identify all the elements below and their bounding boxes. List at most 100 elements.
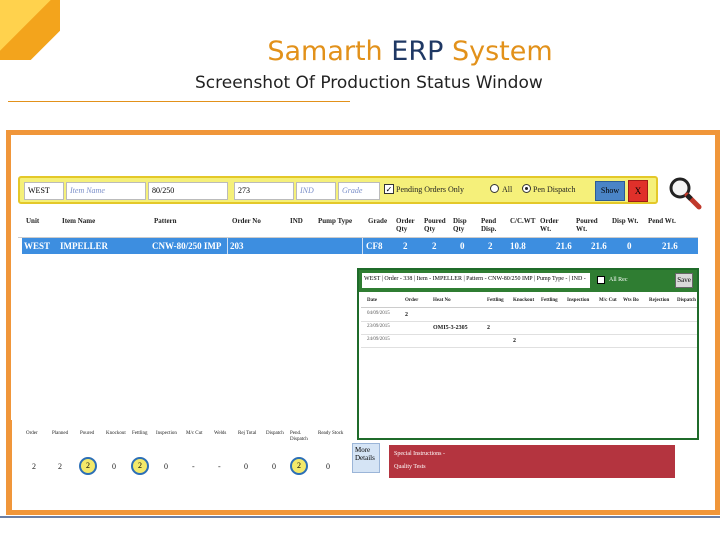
title-part3: System xyxy=(451,36,553,67)
col-disp-qty: Disp Qty xyxy=(453,217,467,233)
cell-pattern: CNW-80/250 IMP xyxy=(152,241,222,251)
stat-poured-highlight[interactable]: 2 xyxy=(79,457,97,475)
col-grade: Grade xyxy=(368,217,388,225)
row-divider xyxy=(227,238,228,254)
all-rec-label: All Rec xyxy=(609,277,628,283)
unit-field[interactable]: WEST xyxy=(24,182,64,200)
magnifier-icon[interactable] xyxy=(668,176,702,210)
popup-row[interactable]: 04/09/2015 2 xyxy=(361,310,697,322)
radio-all[interactable] xyxy=(490,184,499,193)
quality-tests-label: Quality Tests xyxy=(394,464,426,470)
ind-field[interactable]: IND xyxy=(296,182,336,200)
prow-date: 24/09/2015 xyxy=(367,337,390,342)
pcol-heat-no: Heat No xyxy=(433,298,451,303)
stats-header: Order Planned Poured Knockout Fettling I… xyxy=(26,428,356,446)
col-poured-qty: Poured Qty xyxy=(424,217,446,233)
cell-pend-disp: 2 xyxy=(488,241,493,251)
show-button[interactable]: Show xyxy=(595,181,625,201)
popup-header: WEST | Order - 338 | Item - IMPELLER | P… xyxy=(359,270,697,292)
table-row[interactable]: WEST IMPELLER CNW-80/250 IMP 203 CF8 2 2… xyxy=(22,238,698,254)
cell-order-wt: 21.6 xyxy=(556,241,572,251)
col-pattern: Pattern xyxy=(154,217,177,225)
popup-title: WEST | Order - 338 | Item - IMPELLER | P… xyxy=(362,273,590,288)
stat-label-mc-cut: M/c Cut xyxy=(186,431,203,436)
stat-label-pend-dispatch: Pend. Dispatch xyxy=(290,431,308,442)
stat-knockout: 0 xyxy=(112,462,116,471)
pending-orders-checkbox[interactable]: ✓ xyxy=(384,184,394,194)
stat-order: 2 xyxy=(32,462,36,471)
item-name-field[interactable]: Item Name xyxy=(66,182,146,200)
col-item-name: Item Name xyxy=(62,217,96,225)
frame-accent xyxy=(6,420,12,515)
stat-rej-total: 0 xyxy=(244,462,248,471)
pcol-dispatch: Dispatch xyxy=(677,298,696,303)
grade-field[interactable]: Grade xyxy=(338,182,380,200)
cell-item-name: IMPELLER xyxy=(60,241,109,251)
cell-poured-qty: 2 xyxy=(432,241,437,251)
stat-planned: 2 xyxy=(58,462,62,471)
col-pump-type: Pump Type xyxy=(318,217,353,225)
stat-label-order: Order xyxy=(26,431,38,436)
pcol-order: Order xyxy=(405,298,419,303)
prow-order: 2 xyxy=(405,312,408,318)
pattern-field[interactable]: 80/250 xyxy=(148,182,228,200)
stat-label-inspection: Inspection xyxy=(156,431,177,436)
cell-unit: WEST xyxy=(24,241,51,251)
col-pend-disp: Pend Disp. xyxy=(481,217,497,233)
stat-label-planned: Planned xyxy=(52,431,69,436)
slide-subtitle: Screenshot Of Production Status Window xyxy=(195,73,543,93)
title-divider xyxy=(8,101,350,102)
stat-label-rej-total: Rej Total xyxy=(238,431,257,436)
stats-values: 2 2 2 0 2 0 - - 0 0 2 0 xyxy=(26,457,356,479)
order-no-field[interactable]: 273 xyxy=(234,182,294,200)
cell-order-qty: 2 xyxy=(403,241,408,251)
popup-save-button[interactable]: Save xyxy=(675,273,693,288)
title-part2: ERP xyxy=(391,36,444,67)
stat-label-poured: Poured xyxy=(80,431,95,436)
stat-label-dispatch: Dispatch xyxy=(266,431,284,436)
col-order-no: Order No xyxy=(232,217,261,225)
more-details-button[interactable]: More Details xyxy=(352,443,380,473)
cell-disp-qty: 0 xyxy=(460,241,465,251)
slide-title: Samarth ERP System xyxy=(0,36,720,67)
stat-label-welds: Welds xyxy=(214,431,227,436)
stat-label-ready-stock: Ready Stock xyxy=(318,431,344,436)
col-pend-wt: Pend Wt. xyxy=(648,217,676,225)
pending-orders-label: Pending Orders Only xyxy=(396,185,464,194)
prow-date: 23/09/2015 xyxy=(367,324,390,329)
pcol-fettling: Fettling xyxy=(487,298,504,303)
filter-bar: WEST Item Name 80/250 273 IND Grade ✓ Pe… xyxy=(18,176,658,204)
cell-poured-wt: 21.6 xyxy=(591,241,607,251)
stat-dispatch: 0 xyxy=(272,462,276,471)
popup-row[interactable]: 24/09/2015 2 xyxy=(361,336,697,348)
close-button[interactable]: X xyxy=(628,180,648,202)
stat-inspection: 0 xyxy=(164,462,168,471)
pcol-knockout: Knockout xyxy=(513,298,535,303)
title-part1: Samarth xyxy=(267,36,383,67)
cell-order-no: 203 xyxy=(230,241,244,251)
special-instructions-label: Special Instructions - xyxy=(394,451,445,457)
popup-row[interactable]: 23/09/2015 OMI5-3-2305 2 xyxy=(361,323,697,335)
stat-ready-stock: 0 xyxy=(326,462,330,471)
cell-grade: CF8 xyxy=(366,241,383,251)
order-detail-popup: WEST | Order - 338 | Item - IMPELLER | P… xyxy=(357,268,699,440)
col-unit: Unit xyxy=(26,217,40,225)
grid-header: Unit Item Name Pattern Order No IND Pump… xyxy=(18,210,698,238)
cell-disp-wt: 0 xyxy=(627,241,632,251)
radio-pen-dispatch[interactable] xyxy=(522,184,531,193)
all-rec-checkbox[interactable] xyxy=(597,276,605,284)
row-divider xyxy=(362,238,363,254)
pcol-mc-cut: M/c Cut xyxy=(599,298,617,303)
col-cc-wt: C/C.WT xyxy=(510,217,536,225)
pcol-fettling-2: Fettling xyxy=(541,298,558,303)
stat-fettling-highlight[interactable]: 2 xyxy=(131,457,149,475)
pcol-wts-bo: Wts Bo xyxy=(623,298,639,303)
stat-welds: - xyxy=(218,462,221,471)
prow-qty: 2 xyxy=(513,338,516,344)
pcol-date: Date xyxy=(367,298,377,303)
special-instructions-panel: Special Instructions - Quality Tests xyxy=(389,445,675,478)
stat-label-fettling: Fettling xyxy=(132,431,148,436)
radio-pen-dispatch-label: Pen Dispatch xyxy=(533,185,576,194)
stat-pend-dispatch-highlight[interactable]: 2 xyxy=(290,457,308,475)
col-disp-wt: Disp Wt. xyxy=(612,217,639,225)
